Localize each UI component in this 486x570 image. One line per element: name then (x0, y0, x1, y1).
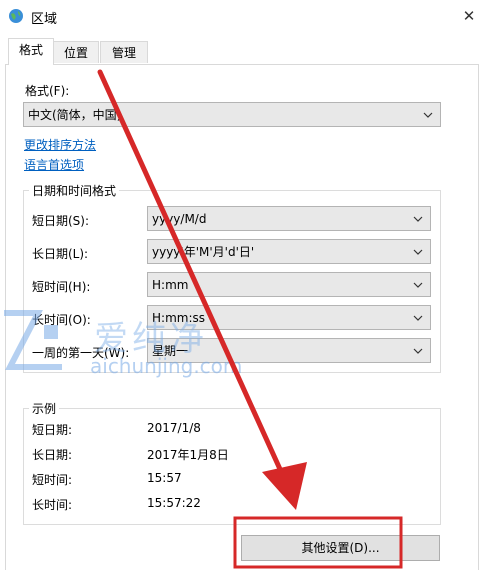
examples-group-title: 示例 (29, 400, 60, 417)
examples-group (23, 408, 441, 525)
example-long-time-label: 长时间: (32, 498, 73, 512)
tab-administrative[interactable]: 管理 (100, 41, 148, 63)
example-short-time-value: 15:57 (147, 471, 182, 485)
watermark-url-text: aichunjing.com (90, 354, 243, 378)
chevron-down-icon (413, 348, 423, 354)
tab-format[interactable]: 格式 (8, 38, 54, 65)
format-select-value: 中文(简体，中国) (28, 108, 122, 122)
short-date-value: yyyy/M/d (152, 211, 207, 226)
close-button[interactable]: ✕ (456, 3, 482, 29)
example-long-date-value: 2017年1月8日 (147, 448, 229, 462)
format-select[interactable]: 中文(简体，中国) (23, 102, 441, 127)
chevron-down-icon (413, 315, 423, 321)
long-date-value: yyyy'年'M'月'd'日' (152, 245, 255, 259)
chevron-down-icon (423, 112, 433, 118)
additional-settings-button[interactable]: 其他设置(D)... (241, 535, 440, 561)
chevron-down-icon (413, 216, 423, 222)
short-date-label: 短日期(S): (32, 214, 90, 228)
language-preferences-link[interactable]: 语言首选项 (24, 156, 84, 173)
long-date-select[interactable]: yyyy'年'M'月'd'日' (147, 239, 431, 264)
watermark-logo-icon (4, 310, 62, 370)
example-short-time-label: 短时间: (32, 473, 73, 487)
short-date-select[interactable]: yyyy/M/d (147, 206, 431, 231)
chevron-down-icon (413, 282, 423, 288)
datetime-group-title: 日期和时间格式 (29, 182, 120, 199)
window-title: 区域 (31, 12, 58, 27)
example-long-time-value: 15:57:22 (147, 496, 201, 510)
title-bar (0, 0, 486, 32)
example-short-date-label: 短日期: (32, 423, 73, 437)
change-sort-link[interactable]: 更改排序方法 (24, 136, 96, 153)
short-time-select[interactable]: H:mm (147, 272, 431, 297)
tab-location[interactable]: 位置 (53, 41, 99, 63)
example-short-date-value: 2017/1/8 (147, 421, 201, 435)
short-time-value: H:mm (152, 277, 189, 292)
chevron-down-icon (413, 249, 423, 255)
format-label: 格式(F): (25, 84, 70, 98)
example-long-date-label: 长日期: (32, 448, 73, 462)
short-time-label: 短时间(H): (32, 280, 91, 294)
globe-icon (9, 9, 23, 23)
long-date-label: 长日期(L): (32, 247, 89, 261)
watermark-chinese-text: 爱纯净 (94, 319, 208, 359)
